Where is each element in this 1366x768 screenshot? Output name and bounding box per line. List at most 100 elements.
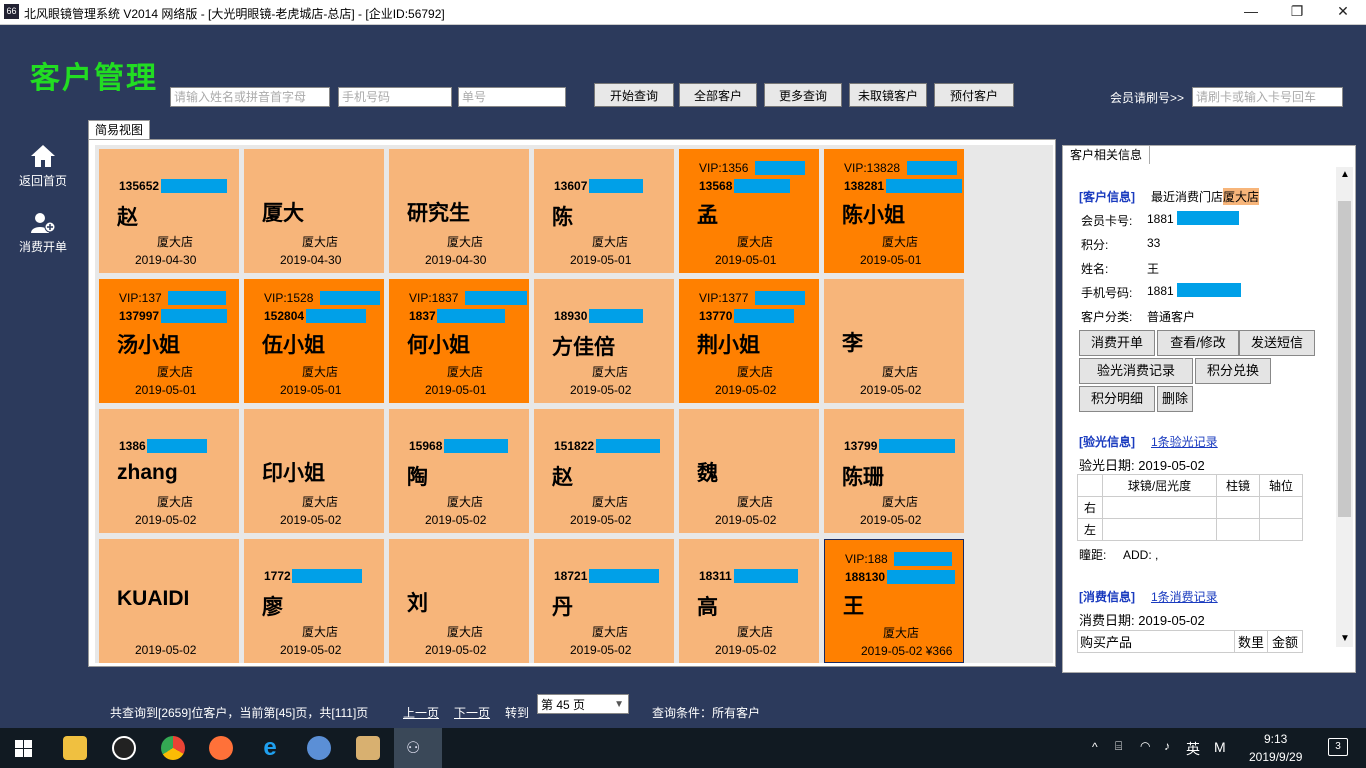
notification-icon[interactable]: 3 bbox=[1328, 738, 1348, 756]
windows-start-icon[interactable] bbox=[15, 740, 32, 757]
row-label-left: 左 bbox=[1077, 518, 1103, 541]
pupil-distance: 瞳距: ADD: , bbox=[1079, 548, 1159, 562]
active-app-tab[interactable]: ⚇ bbox=[394, 728, 442, 768]
member-card-input[interactable]: 请刷卡或输入卡号回车 bbox=[1192, 87, 1343, 107]
customer-card[interactable]: 1772 廖厦大店 2019-05-02 bbox=[244, 539, 384, 663]
customer-card[interactable]: 18721 丹厦大店 2019-05-02 bbox=[534, 539, 674, 663]
customer-card[interactable]: VIP:13828 138281 陈小姐 厦大店 2019-05-01 bbox=[824, 149, 964, 273]
redaction-mask bbox=[161, 179, 227, 193]
store-name: 厦大店 bbox=[737, 365, 774, 379]
minimize-button[interactable]: — bbox=[1228, 0, 1274, 24]
customer-card[interactable]: VIP:1377 13770 荆小姐 厦大店 2019-05-02 bbox=[679, 279, 819, 403]
customer-card[interactable]: 18311 高厦大店 2019-05-02 bbox=[679, 539, 819, 663]
optometry-records-button[interactable]: 验光消费记录 bbox=[1079, 358, 1193, 384]
visit-date: 2019-05-02 bbox=[570, 513, 632, 527]
phone-search-input[interactable]: 手机号码 bbox=[338, 87, 452, 107]
start-query-button[interactable]: 开始查询 bbox=[594, 83, 674, 107]
order-search-input[interactable]: 单号 bbox=[458, 87, 566, 107]
sidebar-item-new-order[interactable]: 消费开单 bbox=[0, 211, 86, 255]
customer-card[interactable]: 13799 陈珊 厦大店 2019-05-02 bbox=[824, 409, 964, 533]
wifi-icon[interactable]: ◠ bbox=[1140, 739, 1150, 753]
consume-records-link[interactable]: 1条消费记录 bbox=[1151, 588, 1218, 605]
chrome-icon[interactable] bbox=[161, 736, 185, 760]
customer-card[interactable]: VIP:1528 152804 伍小姐 厦大店 2019-05-01 bbox=[244, 279, 384, 403]
maximize-button[interactable]: ❐ bbox=[1274, 0, 1320, 24]
network-tray-icon[interactable]: ⌸ bbox=[1115, 739, 1122, 754]
file-explorer-icon[interactable] bbox=[63, 736, 87, 760]
tab-simple-view[interactable]: 简易视图 bbox=[88, 120, 150, 139]
customer-card[interactable]: 印小姐 厦大店 2019-05-02 bbox=[244, 409, 384, 533]
sidebar-item-home[interactable]: 返回首页 bbox=[0, 143, 86, 189]
customer-card[interactable]: 厦大 厦大店 2019-04-30 bbox=[244, 149, 384, 273]
send-sms-button[interactable]: 发送短信 bbox=[1239, 330, 1315, 356]
view-edit-button[interactable]: 查看/修改 bbox=[1157, 330, 1239, 356]
customer-name: 李 bbox=[842, 330, 863, 355]
delete-button[interactable]: 删除 bbox=[1157, 386, 1193, 412]
detail-scrollbar[interactable]: ▲ ▼ bbox=[1336, 167, 1353, 647]
customer-card[interactable]: 魏厦大店 2019-05-02 bbox=[679, 409, 819, 533]
qq-icon[interactable] bbox=[112, 736, 136, 760]
customer-card[interactable]: 13607 陈厦大店 2019-05-01 bbox=[534, 149, 674, 273]
store-name: 厦大店 bbox=[592, 495, 629, 509]
redaction-mask bbox=[887, 570, 955, 584]
clock-date[interactable]: 2019/9/29 bbox=[1249, 750, 1302, 764]
page-select[interactable]: 第 45 页 ▼ bbox=[537, 694, 629, 714]
customer-card[interactable]: VIP:188 188130 王厦大店 2019-05-02 ¥366 bbox=[824, 539, 964, 663]
customer-card[interactable]: 1386 zhang 厦大店 2019-05-02 bbox=[99, 409, 239, 533]
more-query-button[interactable]: 更多查询 bbox=[764, 83, 842, 107]
customer-card[interactable]: VIP:137 137997 汤小姐 厦大店 2019-05-01 bbox=[99, 279, 239, 403]
optometry-records-link[interactable]: 1条验光记录 bbox=[1151, 433, 1218, 450]
prev-page-link[interactable]: 上一页 bbox=[403, 704, 439, 721]
scroll-down-icon[interactable]: ▼ bbox=[1340, 633, 1350, 644]
name-search-input[interactable]: 请输入姓名或拼音首字母 bbox=[170, 87, 330, 107]
points-exchange-button[interactable]: 积分兑换 bbox=[1195, 358, 1271, 384]
scroll-up-icon[interactable]: ▲ bbox=[1340, 169, 1350, 180]
points-detail-button[interactable]: 积分明细 bbox=[1079, 386, 1155, 412]
paint-icon[interactable] bbox=[356, 736, 380, 760]
visit-date: 2019-05-01 bbox=[860, 253, 922, 267]
unpicked-customers-button[interactable]: 未取镜客户 bbox=[849, 83, 927, 107]
all-customers-button[interactable]: 全部客户 bbox=[679, 83, 757, 107]
goto-label: 转到 bbox=[505, 706, 530, 720]
customer-card[interactable]: 151822 赵厦大店 2019-05-02 bbox=[534, 409, 674, 533]
main-area: 客户管理 请输入姓名或拼音首字母 手机号码 单号 开始查询 全部客户 更多查询 … bbox=[0, 25, 1366, 726]
clock-time[interactable]: 9:13 bbox=[1264, 732, 1287, 746]
customer-card[interactable]: 研究生 厦大店 2019-04-30 bbox=[389, 149, 529, 273]
customer-card[interactable]: 李厦大店 2019-05-02 bbox=[824, 279, 964, 403]
customer-name: 赵 bbox=[117, 204, 138, 229]
customer-name: 孟 bbox=[697, 202, 718, 227]
row-label-right: 右 bbox=[1077, 496, 1103, 519]
customer-card[interactable]: KUAIDI 2019-05-02 bbox=[99, 539, 239, 663]
phone-number: 15968 bbox=[409, 439, 443, 453]
firefox-icon[interactable] bbox=[209, 736, 233, 760]
phone-number: 13607 bbox=[554, 179, 588, 193]
ime-mode-indicator[interactable]: M bbox=[1214, 739, 1226, 755]
chevron-down-icon: ▼ bbox=[614, 699, 624, 710]
customer-card[interactable]: VIP:1837 1837 何小姐 厦大店 2019-05-01 bbox=[389, 279, 529, 403]
ie-icon[interactable]: e bbox=[258, 736, 282, 760]
customer-card[interactable]: 135652 赵厦大店 2019-04-30 bbox=[99, 149, 239, 273]
new-order-button[interactable]: 消费开单 bbox=[1079, 330, 1155, 356]
optometry-date: 验光日期: 2019-05-02 bbox=[1079, 458, 1205, 473]
speaker-icon[interactable]: ♪ bbox=[1164, 739, 1170, 753]
visit-date: 2019-05-02 bbox=[860, 383, 922, 397]
customer-card[interactable]: VIP:1356 13568 孟厦大店 2019-05-01 bbox=[679, 149, 819, 273]
redaction-mask bbox=[147, 439, 207, 453]
redaction-mask bbox=[755, 161, 805, 175]
points-label: 积分: bbox=[1081, 238, 1109, 252]
tray-chevron-icon[interactable]: ^ bbox=[1092, 740, 1098, 754]
next-page-link[interactable]: 下一页 bbox=[454, 704, 490, 721]
customer-name: 赵 bbox=[552, 464, 573, 489]
ime-indicator[interactable]: 英 bbox=[1186, 739, 1200, 759]
tab-customer-related-info[interactable]: 客户相关信息 bbox=[1062, 145, 1150, 164]
globe-icon[interactable] bbox=[307, 736, 331, 760]
table-header: 柱镜 bbox=[1216, 474, 1260, 497]
redaction-mask bbox=[734, 309, 794, 323]
customer-card[interactable]: 刘厦大店 2019-05-02 bbox=[389, 539, 529, 663]
prepaid-customers-button[interactable]: 预付客户 bbox=[934, 83, 1014, 107]
customer-card[interactable]: 18930 方佳倍 厦大店 2019-05-02 bbox=[534, 279, 674, 403]
customer-card[interactable]: 15968 陶厦大店 2019-05-02 bbox=[389, 409, 529, 533]
table-header: 球镜/屈光度 bbox=[1102, 474, 1217, 497]
close-button[interactable]: ✕ bbox=[1320, 0, 1366, 24]
scroll-thumb[interactable] bbox=[1338, 201, 1351, 517]
